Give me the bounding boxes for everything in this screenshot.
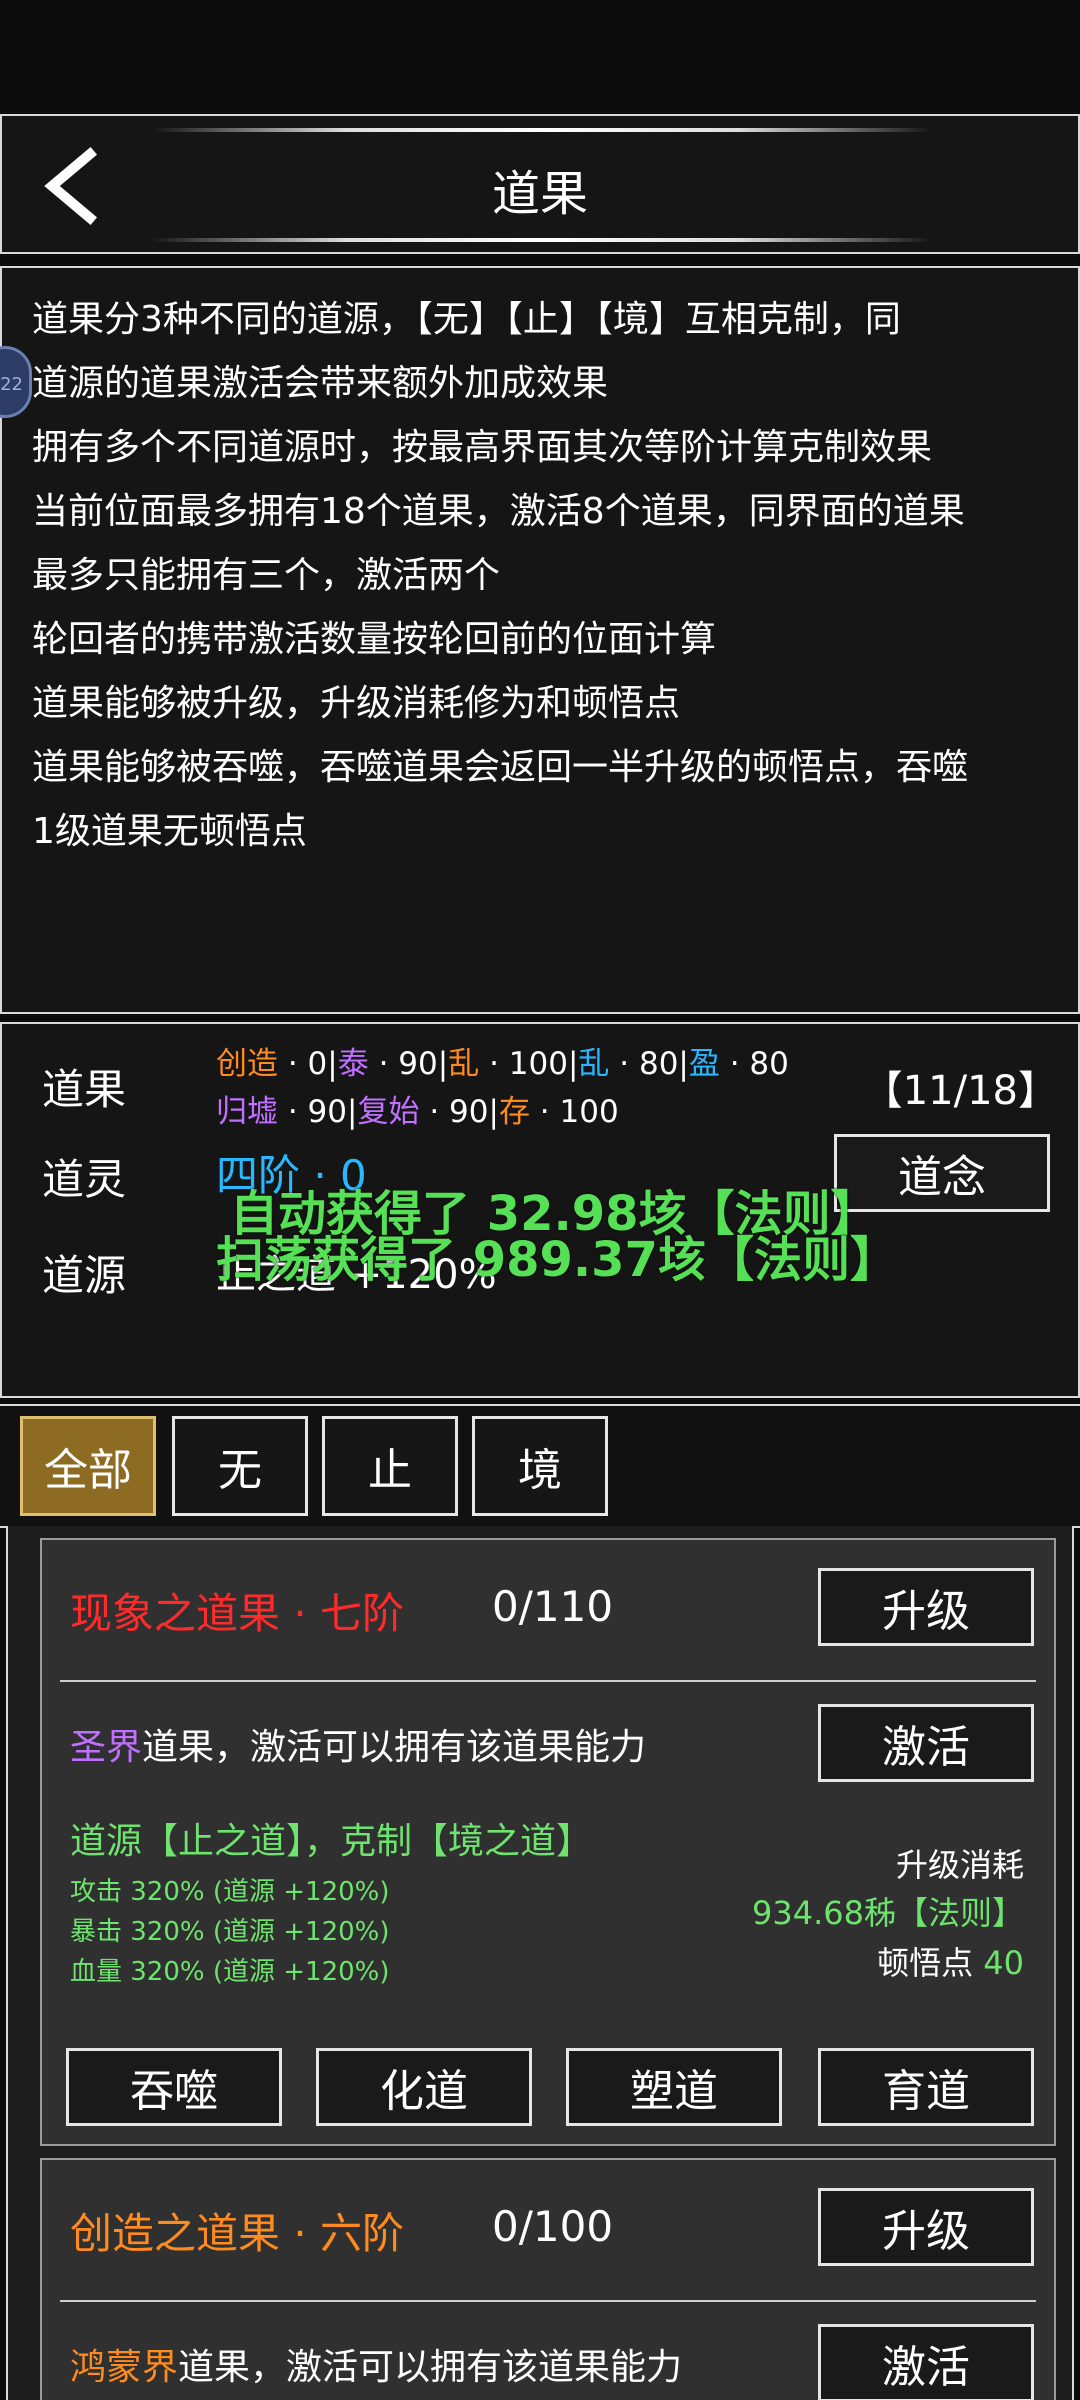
daoguo-label: 道果	[42, 1065, 127, 1114]
upgrade-button[interactable]: 升级	[818, 1568, 1034, 1646]
activate-button[interactable]: 激活	[818, 1704, 1034, 1782]
daoyuan-value: · 100	[529, 1094, 619, 1130]
daoguo-card: 创造之道果 · 六阶 0/100 升级 鸿蒙界道果，激活可以拥有该道果能力 激活	[40, 2158, 1056, 2400]
sudao-button[interactable]: 塑道	[566, 2048, 782, 2126]
daoguo-type-line: 鸿蒙界道果，激活可以拥有该道果能力	[70, 2338, 682, 2390]
header-top-line	[152, 128, 932, 132]
daoguo-title: 现象之道果 · 七阶	[70, 1589, 405, 1638]
daoyuan-value: · 90	[368, 1046, 438, 1082]
stat-crit: 暴击 320% (道源 +120%)	[70, 1917, 390, 1947]
daoguo-list[interactable]: 现象之道果 · 七阶 0/110 升级 圣界道果，激活可以拥有该道果能力 激活 …	[6, 1526, 1074, 2400]
description-line: 当前位面最多拥有18个道果，激活8个道果，同界面的道果	[32, 491, 965, 532]
summary-panel: 道果 创造 · 0|泰 · 90|乱 · 100|乱 · 80|盈 · 80 归…	[0, 1022, 1080, 1398]
tab-wu[interactable]: 无	[172, 1416, 308, 1516]
daoguo-title: 创造之道果 · 六阶	[70, 2209, 405, 2258]
upgrade-cost-value: 934.68秭【法则】	[752, 1894, 1024, 1932]
dunwu-value: 40	[983, 1944, 1024, 1982]
daoyuan-name: 乱	[448, 1046, 480, 1082]
daoling-label: 道灵	[42, 1155, 127, 1204]
daoyuan-value: · 80	[719, 1046, 789, 1082]
description-line: 轮回者的携带激活数量按轮回前的位面计算	[32, 619, 717, 660]
toast-sweep-gain: 扫荡获得了 989.37垓【法则】	[216, 1232, 898, 1288]
daoguo-card: 现象之道果 · 七阶 0/110 升级 圣界道果，激活可以拥有该道果能力 激活 …	[40, 1538, 1056, 2146]
daoguo-type-desc: 道果，激活可以拥有该道果能力	[178, 2347, 683, 2388]
dunwu-cost: 顿悟点 40	[877, 1938, 1024, 1984]
stat-attack: 攻击 320% (道源 +120%)	[70, 1877, 390, 1907]
separator: |	[347, 1094, 358, 1130]
dunwu-label: 顿悟点	[877, 1944, 974, 1982]
description-line: 拥有多个不同道源时，按最高界面其次等阶计算克制效果	[32, 427, 933, 468]
daoguo-progress: 0/110	[492, 1582, 614, 1631]
separator: |	[567, 1046, 579, 1082]
description-panel: 道果分3种不同的道源，【无】【止】【境】互相克制，同 道源的道果激活会带来额外加…	[0, 266, 1080, 1014]
separator: |	[678, 1046, 689, 1082]
daoyuan-restraint-text: 道源【止之道】，克制【境之道】	[70, 1821, 593, 1862]
daoyuan-name: 存	[498, 1094, 530, 1130]
daoyuan-value: · 90	[419, 1094, 489, 1130]
daoyuan-value: · 90	[278, 1094, 348, 1130]
daoguo-type-line: 圣界道果，激活可以拥有该道果能力	[70, 1718, 646, 1770]
devour-button[interactable]: 吞噬	[66, 2048, 282, 2126]
daoguo-progress: 0/100	[492, 2202, 614, 2251]
daoyuan-counts-row2: 归墟 · 90|复始 · 90|存 · 100	[216, 1086, 619, 1131]
daoyuan-value: · 80	[609, 1046, 679, 1082]
daoyuan-value: · 100	[479, 1046, 568, 1082]
card-divider	[60, 2300, 1036, 2302]
description-line: 1级道果无顿悟点	[32, 811, 307, 852]
huadao-button[interactable]: 化道	[316, 2048, 532, 2126]
upgrade-cost-label: 升级消耗	[895, 1846, 1024, 1884]
page-title: 道果	[491, 166, 588, 222]
header-bar: 道果	[0, 114, 1080, 254]
daoguo-count: 【11/18】	[862, 1068, 1058, 1114]
header-bottom-line	[152, 238, 932, 242]
daoyuan-name: 归墟	[216, 1094, 278, 1130]
activate-button[interactable]: 激活	[818, 2324, 1034, 2400]
daoyuan-name: 创造	[216, 1046, 278, 1082]
tab-jing[interactable]: 境	[472, 1416, 608, 1516]
card-divider	[60, 1680, 1036, 1682]
daoguo-type-name: 圣界	[70, 1727, 143, 1768]
tab-zhi[interactable]: 止	[322, 1416, 458, 1516]
description-line: 道果分3种不同的道源，【无】【止】【境】互相克制，同	[32, 299, 901, 340]
description-line: 最多只能拥有三个，激活两个	[32, 555, 501, 596]
stat-hp: 血量 320% (道源 +120%)	[70, 1957, 390, 1987]
daoyuan-name: 盈	[688, 1046, 720, 1082]
daoguo-type-name: 鸿蒙界	[70, 2347, 179, 2388]
separator: |	[327, 1046, 338, 1082]
separator: |	[437, 1046, 449, 1082]
daoyuan-name: 泰	[337, 1046, 369, 1082]
daoyuan-label: 道源	[42, 1251, 127, 1300]
daoyuan-value: · 0	[278, 1046, 328, 1082]
description-line: 道果能够被升级，升级消耗修为和顿悟点	[32, 683, 681, 724]
tab-all[interactable]: 全部	[20, 1416, 156, 1516]
description-line: 道果能够被吞噬，吞噬道果会返回一半升级的顿悟点，吞噬	[32, 747, 969, 788]
daoguo-type-desc: 道果，激活可以拥有该道果能力	[142, 1727, 647, 1768]
daoyuan-counts-row1: 创造 · 0|泰 · 90|乱 · 100|乱 · 80|盈 · 80	[216, 1038, 789, 1083]
daoyuan-name: 复始	[357, 1094, 420, 1130]
daoyuan-name: 乱	[578, 1046, 610, 1082]
yudao-button[interactable]: 育道	[818, 2048, 1034, 2126]
separator: |	[488, 1094, 499, 1130]
stat-list: 攻击 320% (道源 +120%) 暴击 320% (道源 +120%) 血量…	[70, 1872, 390, 1992]
description-line: 道源的道果激活会带来额外加成效果	[32, 363, 609, 404]
upgrade-button[interactable]: 升级	[818, 2188, 1034, 2266]
